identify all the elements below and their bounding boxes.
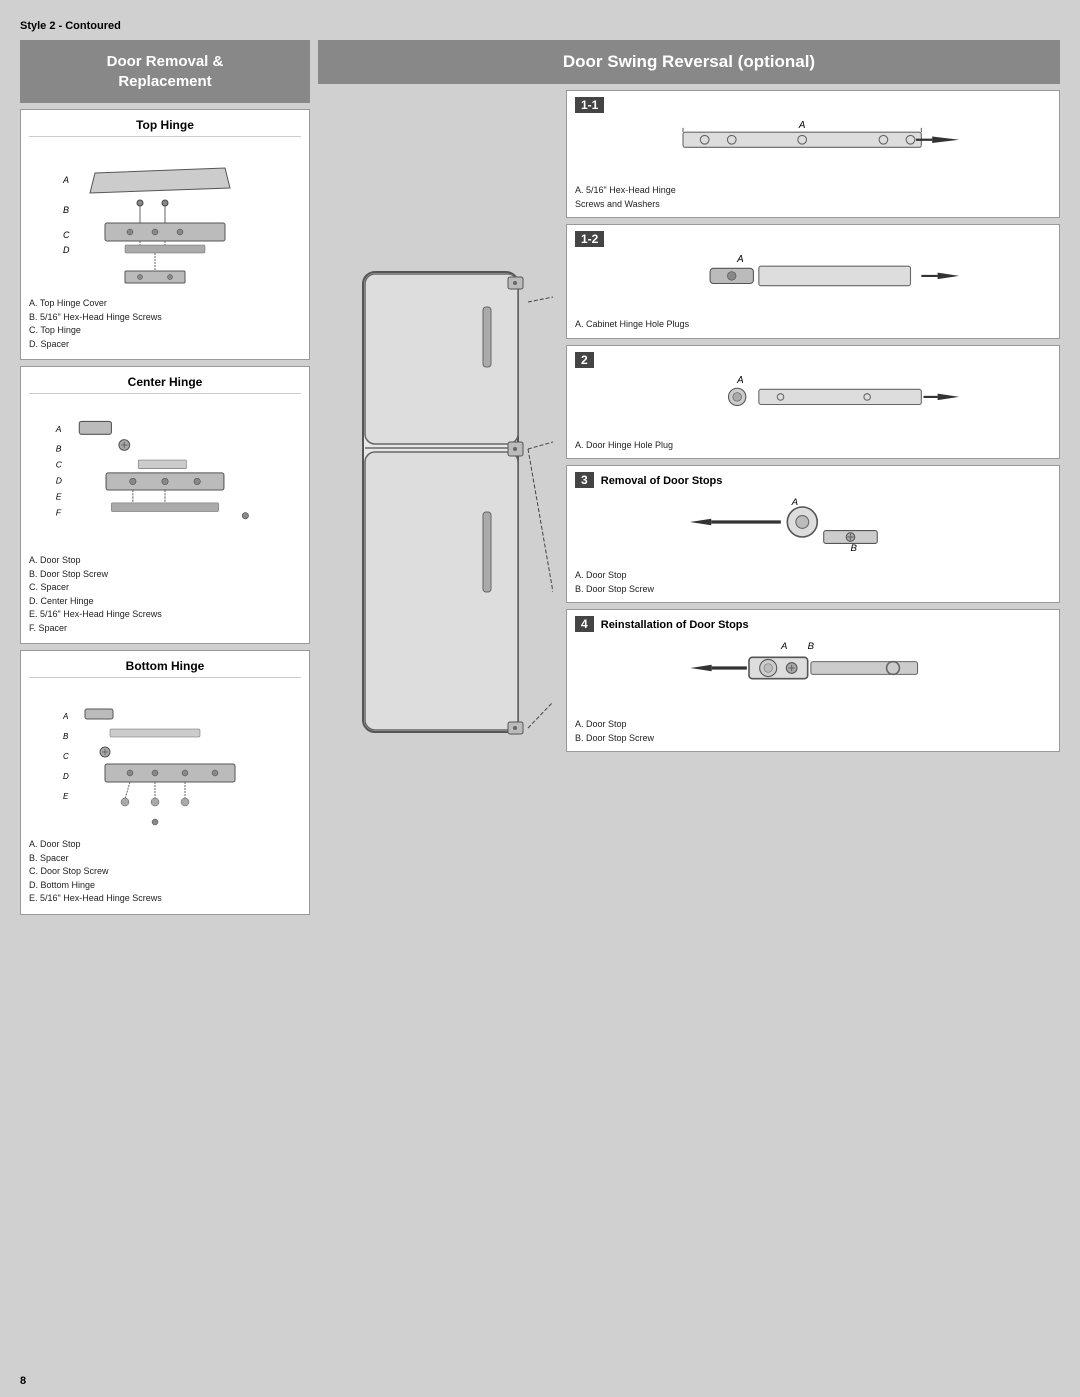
step-1-1-notes: A. 5/16" Hex-Head Hinge Screws and Washe… [575,184,1051,211]
bottom-hinge-box: Bottom Hinge A B C D E [20,650,310,915]
top-hinge-box: Top Hinge A B C D [20,109,310,360]
step-4-diagram: A B [575,636,1051,716]
svg-text:E: E [63,792,69,801]
step-3-notes: A. Door Stop B. Door Stop Screw [575,569,1051,596]
svg-text:A: A [736,374,744,385]
svg-text:F: F [56,508,62,518]
svg-text:C: C [63,752,69,761]
svg-text:C: C [56,460,63,470]
svg-text:B: B [56,443,62,453]
svg-text:A: A [791,497,798,508]
step-3-box: 3 Removal of Door Stops A B [566,465,1060,603]
top-hinge-title: Top Hinge [29,118,301,137]
step-4-box: 4 Reinstallation of Door Stops A B [566,609,1060,752]
step-2-notes: A. Door Hinge Hole Plug [575,439,1051,453]
step-2-badge: 2 [575,352,594,368]
step-2-box: 2 A [566,345,1060,460]
svg-text:A: A [62,175,69,185]
page-number: 8 [20,1375,26,1387]
svg-text:A: A [55,424,62,434]
svg-text:A: A [780,641,787,652]
step-3-badge: 3 [575,472,594,488]
center-hinge-notes: A. Door Stop B. Door Stop Screw C. Space… [29,554,301,635]
bottom-hinge-title: Bottom Hinge [29,659,301,678]
step-3-diagram: A B [575,492,1051,567]
step-1-1-diagram: A [575,117,1051,182]
step-4-title: Reinstallation of Door Stops [601,619,749,631]
svg-text:E: E [56,492,62,502]
center-hinge-title: Center Hinge [29,375,301,394]
step-4-notes: A. Door Stop B. Door Stop Screw [575,718,1051,745]
fridge-diagram-col [318,90,558,915]
svg-text:C: C [63,230,70,240]
svg-text:D: D [63,772,69,781]
step-1-1-box: 1-1 A [566,90,1060,218]
svg-text:D: D [63,245,70,255]
bottom-hinge-notes: A. Door Stop B. Spacer C. Door Stop Scre… [29,838,301,906]
step-1-2-notes: A. Cabinet Hinge Hole Plugs [575,318,1051,332]
right-column: Door Swing Reversal (optional) [318,40,1060,915]
svg-text:B: B [808,641,815,652]
door-removal-header: Door Removal & Replacement [20,40,310,103]
svg-text:B: B [63,732,69,741]
svg-text:D: D [56,476,62,486]
center-hinge-diagram: A B C D E F [29,400,301,550]
top-hinge-diagram: A B C D [29,143,301,293]
step-1-2-badge: 1-2 [575,231,604,247]
svg-text:A: A [798,120,806,131]
door-swing-header: Door Swing Reversal (optional) [318,40,1060,84]
top-hinge-notes: A. Top Hinge Cover B. 5/16" Hex-Head Hin… [29,297,301,351]
svg-text:B: B [63,205,69,215]
svg-text:A: A [736,254,744,265]
center-hinge-box: Center Hinge A B C D E F [20,366,310,644]
style-label: Style 2 - Contoured [20,20,1060,32]
step-4-badge: 4 [575,616,594,632]
step-1-1-badge: 1-1 [575,97,604,113]
step-1-2-diagram: A [575,251,1051,316]
svg-text:A: A [62,712,68,721]
steps-column: 1-1 A [566,90,1060,915]
bottom-hinge-diagram: A B C D E [29,684,301,834]
step-2-diagram: A [575,372,1051,437]
left-column: Door Removal & Replacement Top Hinge A B… [20,40,310,915]
svg-text:B: B [851,543,858,554]
step-1-2-box: 1-2 A [566,224,1060,339]
step-3-title: Removal of Door Stops [601,475,723,487]
